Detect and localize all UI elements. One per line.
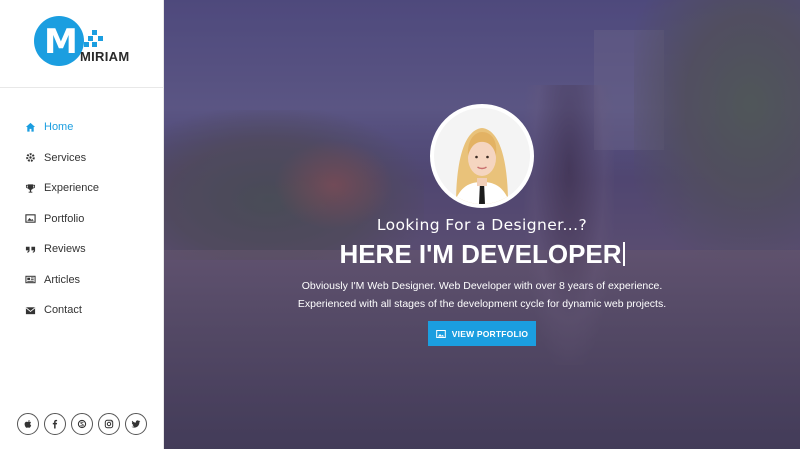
sidebar-item-services[interactable]: Services	[0, 143, 164, 174]
avatar	[430, 104, 534, 208]
sidebar-item-portfolio[interactable]: Portfolio	[0, 204, 164, 235]
quote-icon	[24, 243, 36, 255]
sidebar-nav: Home Services Experience Portfolio Revie…	[0, 112, 164, 326]
envelope-icon	[24, 304, 36, 316]
facebook-icon[interactable]	[44, 413, 66, 435]
avatar-portrait	[434, 108, 530, 204]
skype-icon[interactable]	[71, 413, 93, 435]
hero-headline-text: HERE I'M DEVELOPER	[339, 239, 622, 269]
twitter-icon[interactable]	[125, 413, 147, 435]
sidebar: M MIRIAM Home Services Experience Portfo…	[0, 0, 164, 449]
logo[interactable]: M MIRIAM	[34, 16, 144, 72]
newspaper-icon	[24, 274, 36, 286]
sidebar-item-reviews[interactable]: Reviews	[0, 234, 164, 265]
home-icon	[24, 121, 36, 133]
sidebar-item-label: Home	[44, 121, 74, 134]
gear-icon	[24, 152, 36, 164]
sidebar-divider	[0, 87, 164, 88]
typing-cursor	[622, 242, 625, 266]
sidebar-item-label: Services	[44, 151, 87, 164]
sidebar-item-label: Portfolio	[44, 212, 85, 225]
sidebar-item-experience[interactable]: Experience	[0, 173, 164, 204]
instagram-icon[interactable]	[98, 413, 120, 435]
apple-icon[interactable]	[17, 413, 39, 435]
brand-name: MIRIAM	[80, 49, 130, 64]
social-links	[17, 413, 147, 435]
view-portfolio-button[interactable]: VIEW PORTFOLIO	[428, 321, 536, 346]
sidebar-item-home[interactable]: Home	[0, 112, 164, 143]
logo-letter: M	[44, 22, 78, 62]
sidebar-item-label: Reviews	[44, 243, 86, 256]
image-icon	[435, 329, 446, 339]
logo-dots	[84, 30, 104, 50]
hero-headline: HERE I'M DEVELOPER	[164, 239, 800, 270]
hero-description: Obviously I'M Web Designer. Web Develope…	[297, 280, 667, 310]
hero-subtitle: Looking For a Designer...?	[376, 216, 588, 234]
sidebar-item-label: Experience	[44, 182, 100, 195]
trophy-icon	[24, 182, 36, 194]
image-icon	[24, 213, 36, 225]
sidebar-item-label: Articles	[44, 273, 81, 286]
hero-section: Looking For a Designer...? HERE I'M DEVE…	[164, 0, 800, 449]
sidebar-item-articles[interactable]: Articles	[0, 265, 164, 296]
sidebar-item-label: Contact	[44, 304, 82, 317]
sidebar-item-contact[interactable]: Contact	[0, 295, 164, 326]
view-portfolio-label: VIEW PORTFOLIO	[451, 328, 529, 339]
